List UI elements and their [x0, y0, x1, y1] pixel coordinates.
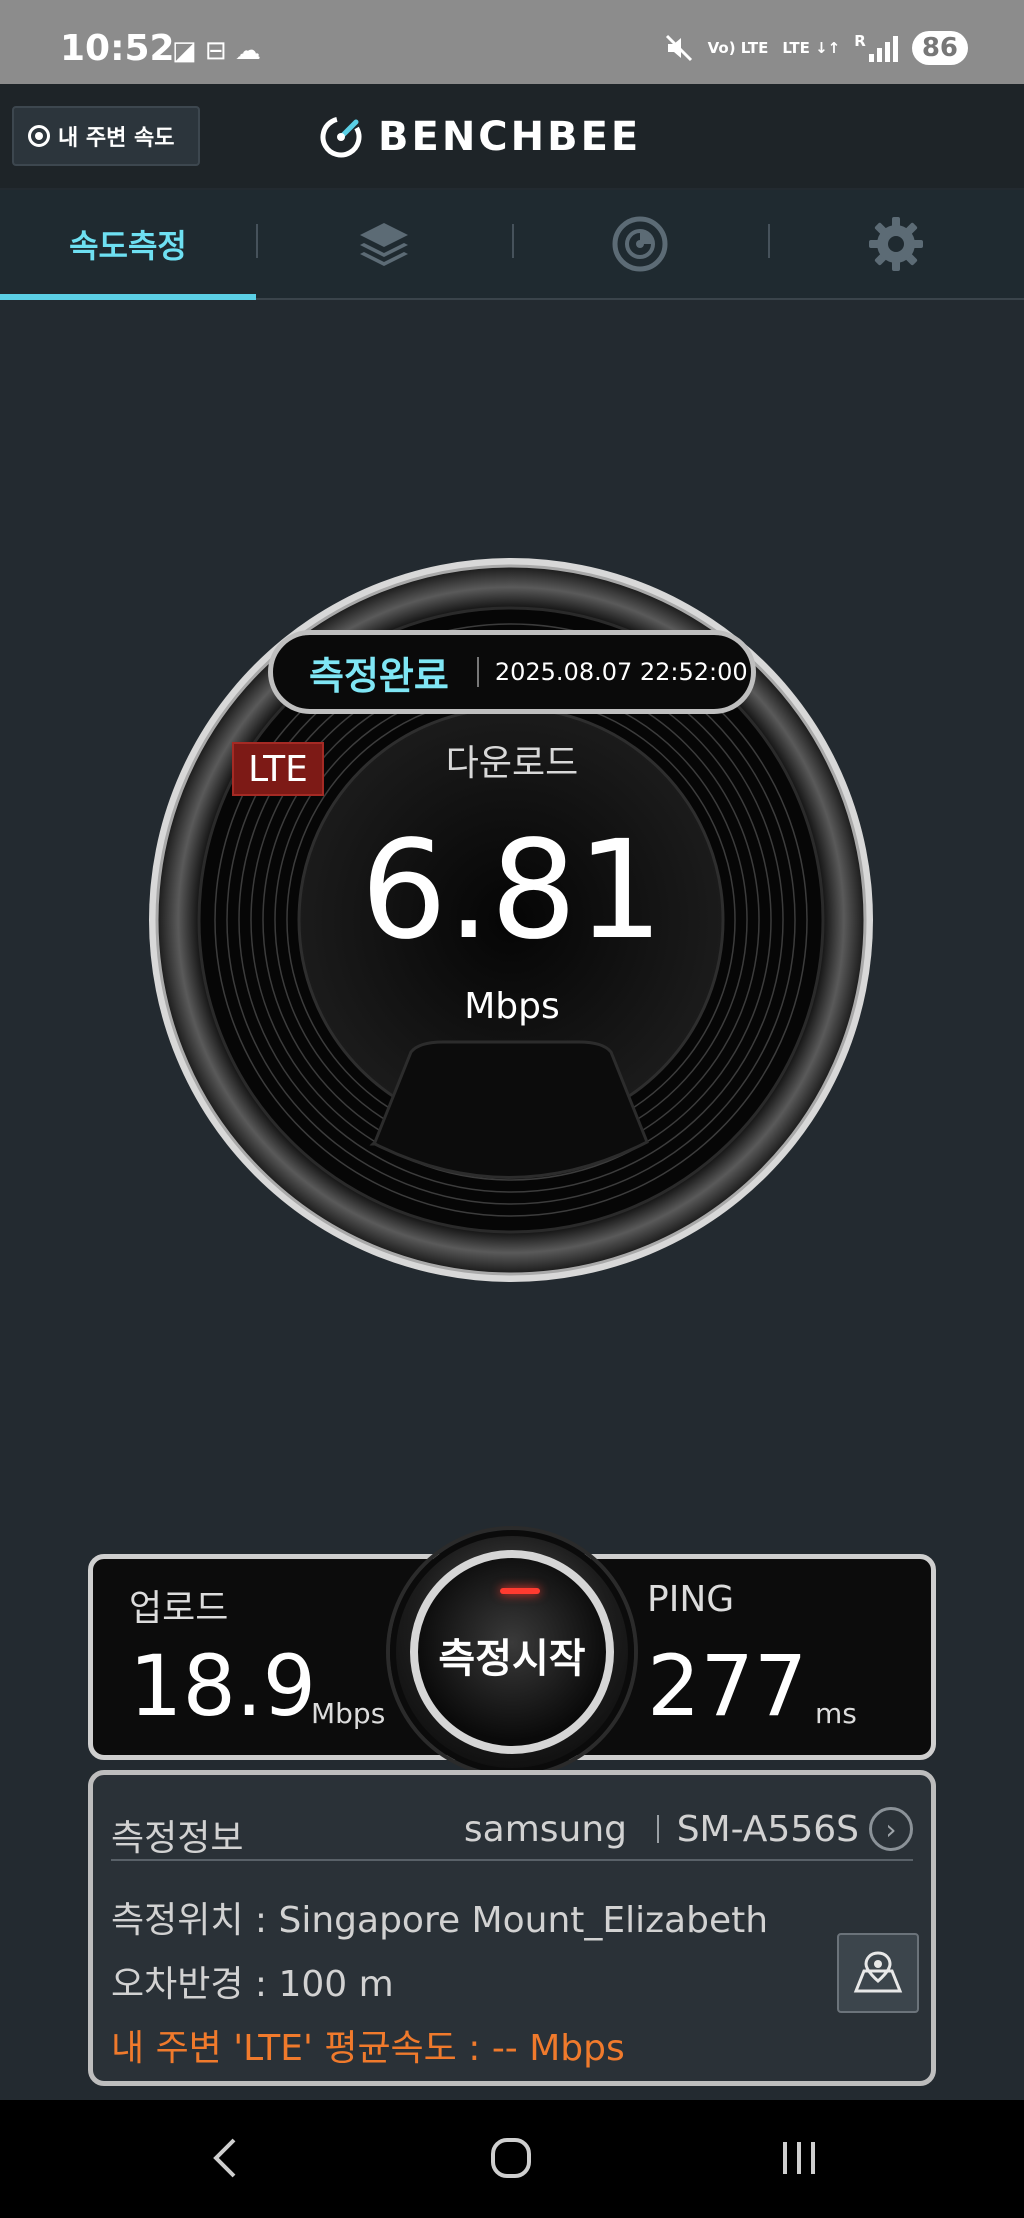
layers-icon — [360, 223, 408, 266]
measurement-datetime: 2025.08.07 22:52:00 — [494, 658, 748, 686]
measurement-location: 측정위치 : Singapore Mount_Elizabeth — [111, 1900, 769, 1941]
map-button[interactable] — [837, 1933, 919, 2013]
upload-unit: Mbps — [311, 1697, 386, 1730]
map-pin-icon — [853, 1951, 903, 1993]
upload-label: 업로드 — [129, 1588, 229, 1629]
upload-value: 18.9 — [129, 1637, 317, 1735]
back-icon — [213, 2138, 236, 2178]
start-test-button[interactable]: 측정시작 — [390, 1530, 634, 1774]
download-value: 6.81 — [360, 812, 664, 970]
gauge-logo-icon — [320, 116, 362, 158]
status-divider — [476, 657, 479, 687]
signal-icon: R — [854, 34, 898, 62]
gear-icon — [869, 217, 923, 271]
back-button[interactable] — [180, 2128, 270, 2188]
benchbee-logo: BENCHBEE — [318, 112, 641, 162]
system-nav-bar — [0, 2100, 1024, 2218]
notification-icons: ◪ ⊟ ☁ — [172, 36, 261, 66]
ping-unit: ms — [815, 1697, 857, 1730]
network-type-badge: LTE — [232, 742, 324, 796]
near-speed-label: 내 주변 속도 — [58, 126, 175, 151]
location-target-icon — [28, 125, 50, 147]
lte-data-indicator: LTE ↓↑ — [782, 38, 841, 57]
nearby-average-speed: 내 주변 'LTE' 평균속도 : -- Mbps — [111, 2028, 625, 2069]
recents-icon — [783, 2142, 815, 2174]
status-led — [500, 1588, 540, 1594]
mute-icon — [665, 34, 692, 62]
app-header: 내 주변 속도 BENCHBEE — [0, 84, 1024, 188]
info-title: 측정정보 — [111, 1818, 244, 1859]
tab-settings[interactable] — [768, 190, 1024, 298]
download-unit: Mbps — [464, 986, 560, 1027]
ping-label: PING — [647, 1579, 735, 1620]
info-header: 측정정보 samsung SM-A556S › — [111, 1789, 913, 1861]
measurement-status: 측정완료 — [309, 653, 449, 698]
main-tabs: 속도측정 — [0, 190, 1024, 300]
status-indicators: Vo) LTE LTE ↓↑ R 86 — [664, 28, 968, 68]
device-model: SM-A556S — [676, 1809, 859, 1850]
device-brand: samsung — [463, 1809, 627, 1850]
chevron-right-icon[interactable]: › — [869, 1807, 913, 1851]
tab-history[interactable] — [256, 190, 512, 298]
battery-indicator: 86 — [911, 31, 968, 65]
tab-speed-test-label: 속도측정 — [69, 227, 187, 265]
roaming-label: R — [854, 32, 866, 50]
info-divider — [657, 1815, 659, 1843]
measurement-status-badge: 측정완료 2025.08.07 22:52:00 — [268, 630, 756, 714]
volte-indicator: Vo) LTE — [707, 38, 769, 57]
measurement-info-panel: 측정정보 samsung SM-A556S › 측정위치 : Singapore… — [88, 1770, 936, 2086]
status-time: 10:52 — [60, 28, 175, 69]
recents-button[interactable] — [754, 2128, 844, 2188]
start-test-label: 측정시작 — [438, 1636, 586, 1682]
near-speed-button[interactable]: 내 주변 속도 — [12, 106, 200, 166]
home-button[interactable] — [466, 2128, 556, 2188]
download-label: 다운로드 — [445, 743, 579, 784]
error-radius: 오차반경 : 100 m — [111, 1964, 394, 2005]
start-test-button-face: 측정시작 — [410, 1550, 614, 1754]
disc-icon — [612, 216, 668, 272]
tab-speed-test[interactable]: 속도측정 — [0, 190, 256, 300]
status-bar: 10:52 ◪ ⊟ ☁ Vo) LTE LTE ↓↑ R 86 — [0, 0, 1024, 84]
logo-text: BENCHBEE — [378, 114, 642, 160]
ping-value: 277 — [647, 1637, 808, 1735]
home-icon — [491, 2138, 531, 2178]
tab-statistics[interactable] — [512, 190, 768, 298]
